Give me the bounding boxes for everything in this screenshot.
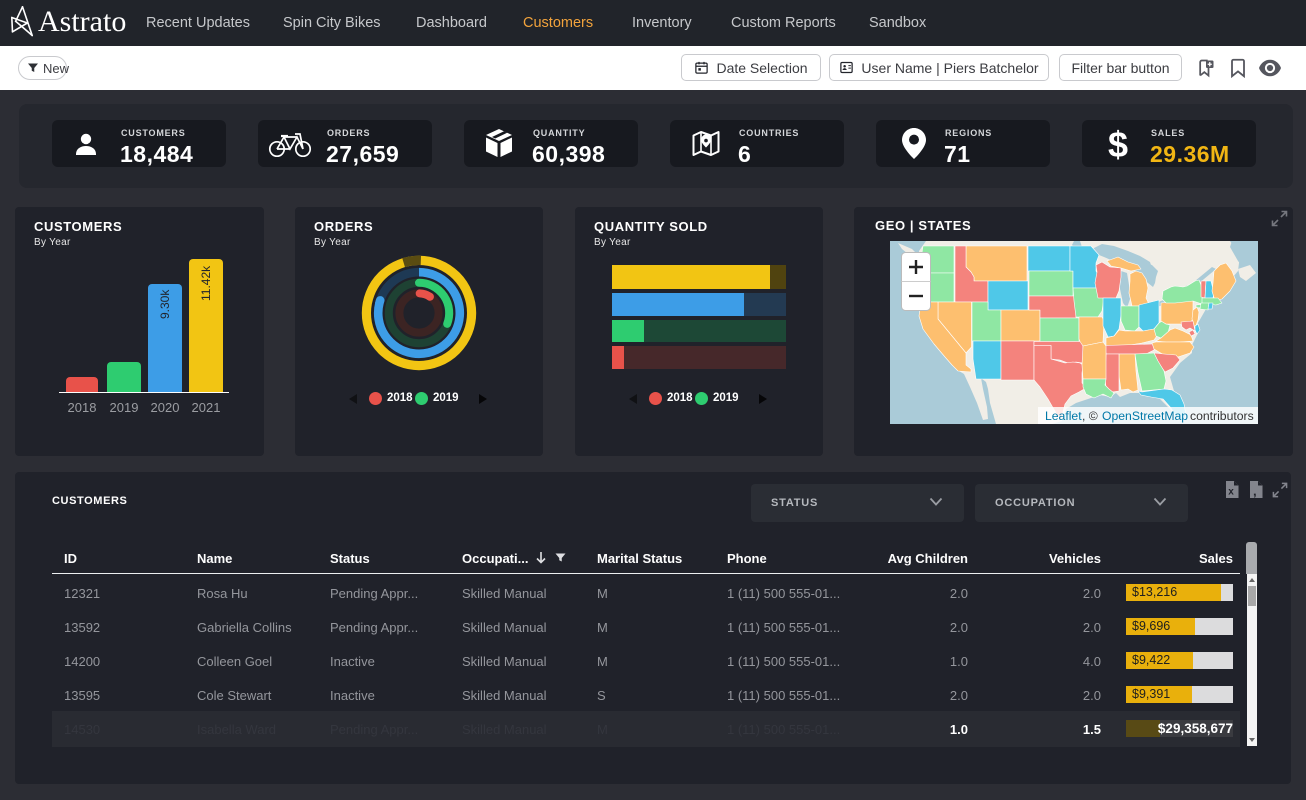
svg-text:Leaflet: Leaflet bbox=[1045, 409, 1082, 423]
svg-text:contributors: contributors bbox=[1190, 409, 1254, 423]
svg-text:, ©: , © bbox=[1082, 409, 1098, 423]
svg-text:,: , bbox=[1253, 484, 1257, 499]
svg-text:OpenStreetMap: OpenStreetMap bbox=[1102, 409, 1188, 423]
svg-text:x: x bbox=[1228, 487, 1234, 498]
